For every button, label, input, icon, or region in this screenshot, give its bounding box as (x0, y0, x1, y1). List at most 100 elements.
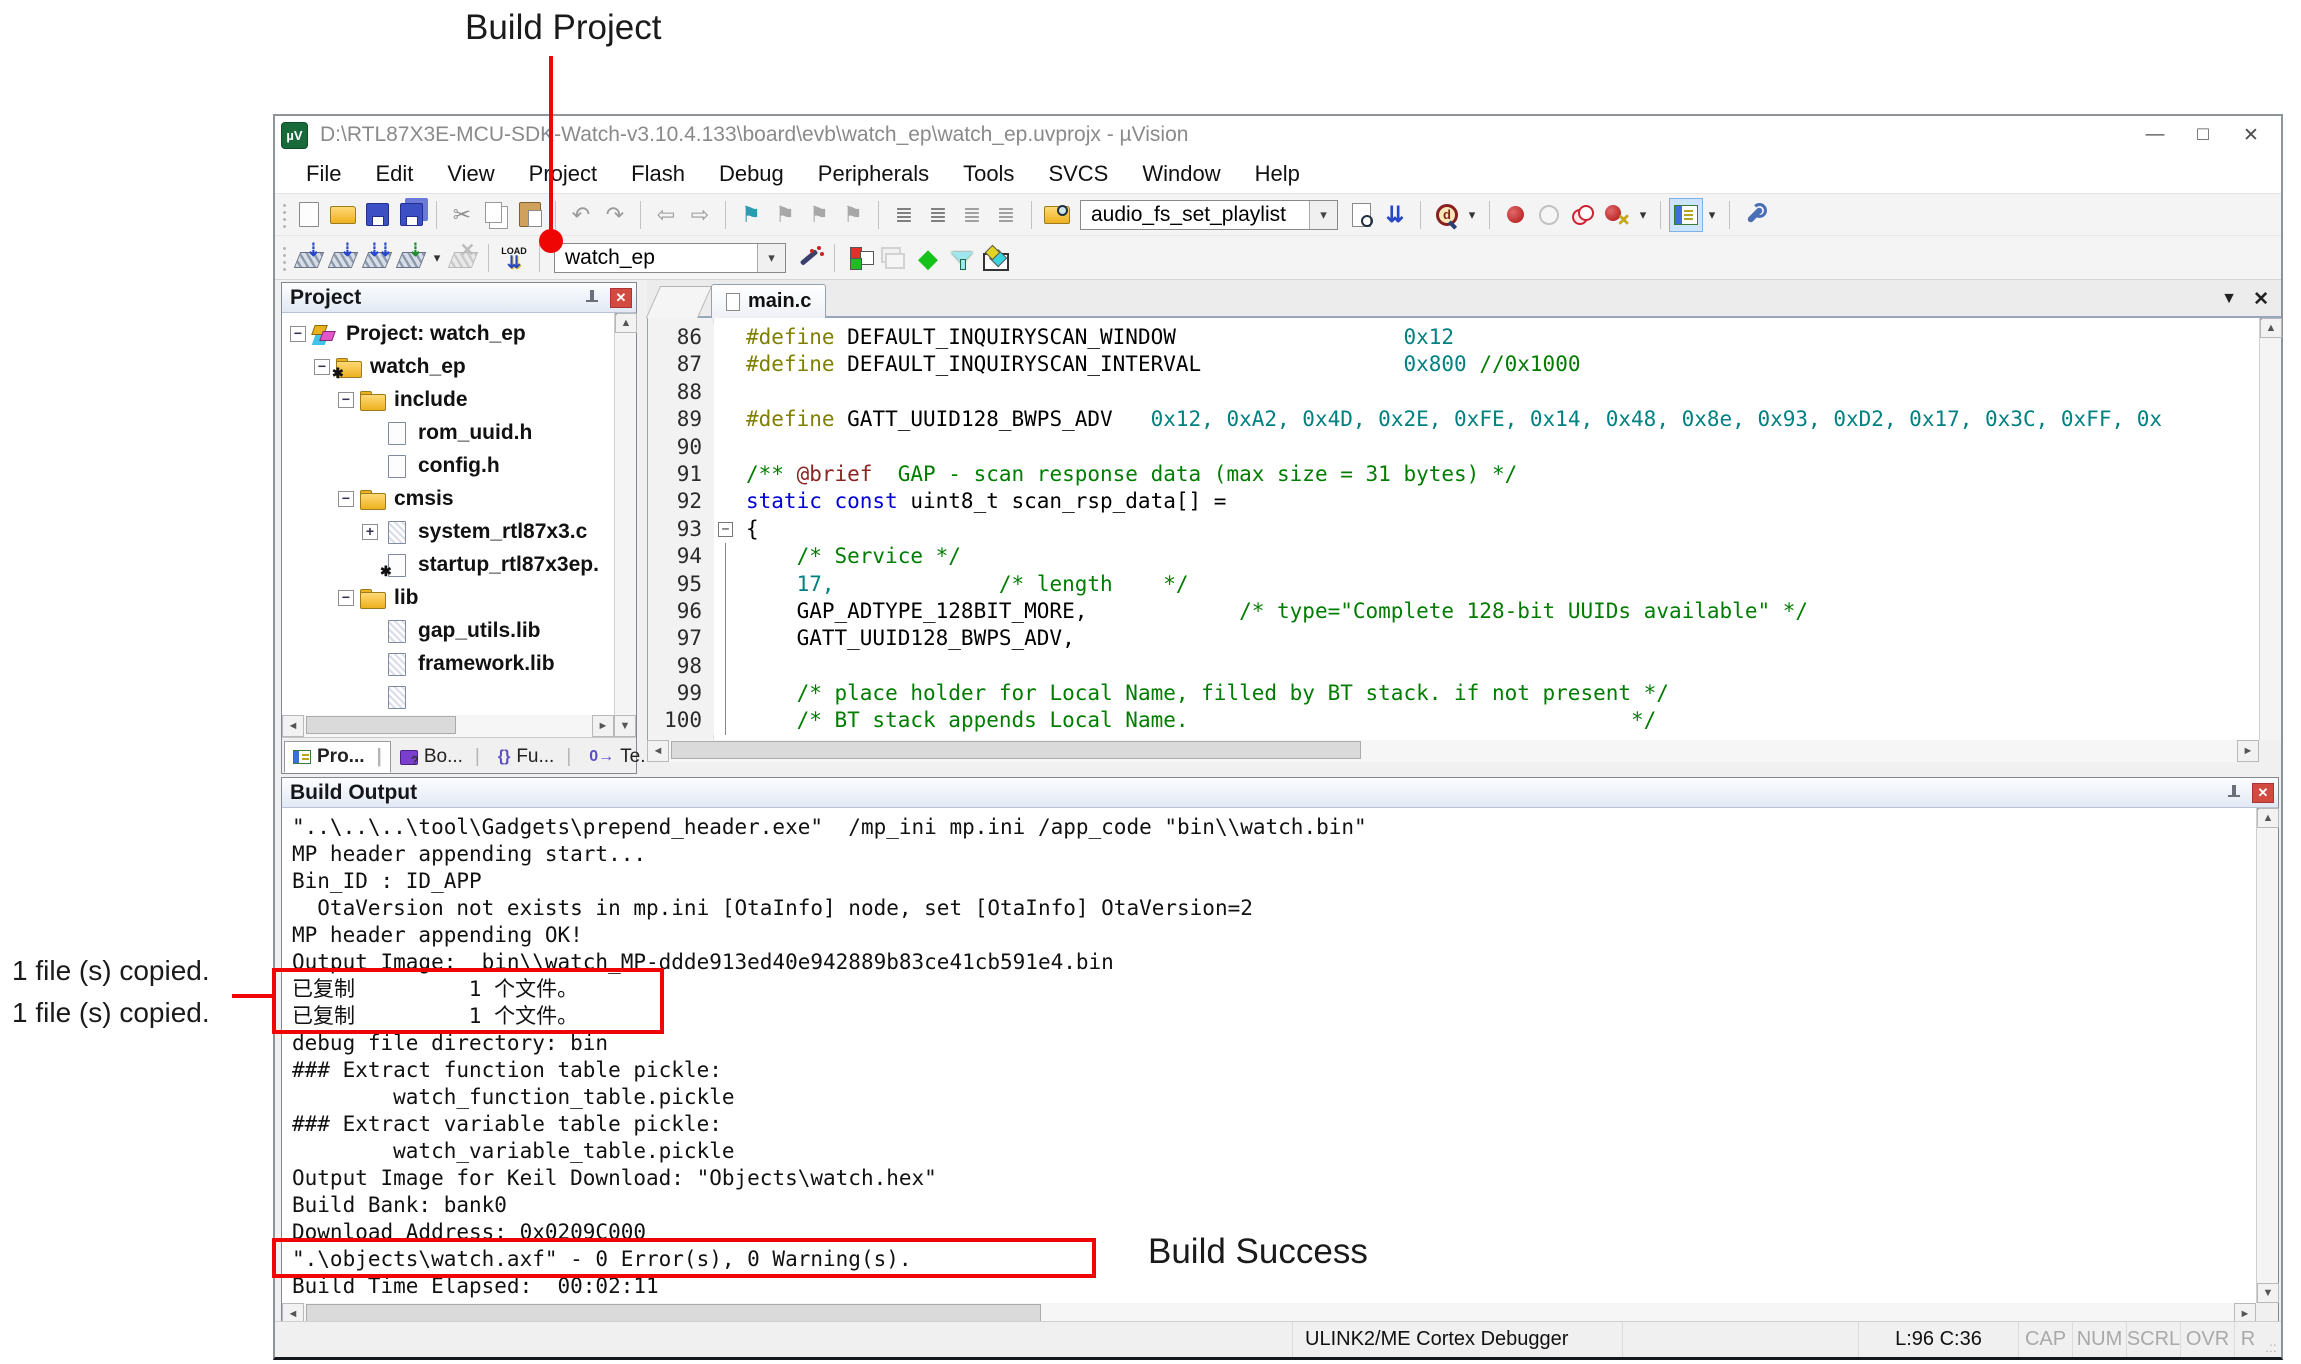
find-text-combo[interactable]: audio_fs_set_playlist▾ (1080, 200, 1338, 230)
rebuild-all-button[interactable] (360, 241, 394, 275)
batch-build-button[interactable] (394, 241, 428, 275)
uncomment-button[interactable]: ≣ (989, 198, 1023, 232)
batch-build-dropdown[interactable]: ▾ (428, 241, 446, 275)
options-for-target-button[interactable] (792, 241, 826, 275)
scrollbar-thumb[interactable] (306, 716, 456, 734)
pin-icon[interactable] (2224, 783, 2244, 803)
menu-help[interactable]: Help (1238, 154, 1317, 193)
download-load-button[interactable]: LOAD⇊ (497, 241, 531, 275)
menu-debug[interactable]: Debug (702, 154, 801, 193)
navigate-forward-button[interactable]: ⇨ (683, 198, 717, 232)
tree-item-lib[interactable]: −lib (282, 581, 614, 614)
menu-project[interactable]: Project (512, 154, 614, 193)
incremental-find-button[interactable] (1378, 198, 1412, 232)
tree-item-rom-uuid-h[interactable]: rom_uuid.h (282, 416, 614, 449)
editor-horizontal-scrollbar[interactable]: ◄ ► (647, 740, 2259, 762)
indent-right-button[interactable]: ≣ (887, 198, 921, 232)
target-select-combo-dropdown-icon[interactable]: ▾ (757, 244, 785, 272)
close-button[interactable]: ✕ (2227, 119, 2275, 151)
paste-button[interactable] (513, 198, 547, 232)
project-tree-horizontal-scrollbar[interactable]: ◄ ► ▼ (282, 715, 636, 737)
scroll-left-icon[interactable]: ◄ (282, 715, 304, 737)
scrollbar-thumb[interactable] (306, 1304, 1041, 1322)
menu-peripherals[interactable]: Peripherals (801, 154, 946, 193)
indent-left-button[interactable]: ≣ (921, 198, 955, 232)
save-all-button[interactable] (394, 198, 428, 232)
find-in-files-button[interactable] (1040, 198, 1074, 232)
find-text-combo-dropdown-icon[interactable]: ▾ (1309, 201, 1337, 229)
debug-query-dropdown[interactable]: ▾ (1463, 198, 1481, 232)
toolbar-grip[interactable] (281, 202, 288, 228)
project-tree-vertical-scrollbar[interactable]: ▲ (614, 313, 636, 715)
configuration-wrench-button[interactable] (1738, 198, 1772, 232)
select-software-packs-button[interactable] (945, 241, 979, 275)
disable-breakpoint-button[interactable] (1532, 198, 1566, 232)
manage-run-time-environment-button[interactable] (911, 241, 945, 275)
target-select-combo[interactable]: watch_ep▾ (554, 243, 786, 273)
tree-expander-icon[interactable]: − (338, 491, 354, 507)
tree-item-project-watch-ep[interactable]: −Project: watch_ep (282, 317, 614, 350)
editor-vertical-scrollbar[interactable]: ▲ (2259, 318, 2281, 740)
copy-button[interactable] (479, 198, 513, 232)
bookmark-clear-button[interactable]: ⚑ (836, 198, 870, 232)
open-file-button[interactable] (326, 198, 360, 232)
scroll-left-icon[interactable]: ◄ (647, 740, 669, 762)
tree-expander-icon[interactable]: + (362, 524, 378, 540)
tree-expander-icon[interactable]: − (314, 359, 330, 375)
fold-collapse-icon[interactable]: − (718, 522, 733, 537)
scrollbar-thumb[interactable] (615, 313, 617, 315)
scrollbar-thumb[interactable] (671, 741, 1361, 759)
menu-flash[interactable]: Flash (614, 154, 702, 193)
menu-edit[interactable]: Edit (358, 154, 430, 193)
comment-button[interactable]: ≣ (955, 198, 989, 232)
scroll-up-icon[interactable]: ▲ (615, 313, 637, 333)
project-tree[interactable]: −Project: watch_ep−✱watch_ep−includerom_… (282, 313, 614, 715)
find-in-document-button[interactable] (1344, 198, 1378, 232)
tree-item-config-h[interactable]: config.h (282, 449, 614, 482)
stop-build-button[interactable] (446, 241, 480, 275)
scroll-down-icon[interactable]: ▼ (2257, 1283, 2279, 1303)
toolbar-grip[interactable] (281, 245, 288, 271)
scroll-up-icon[interactable]: ▲ (2257, 808, 2279, 828)
project-windows-dropdown[interactable]: ▾ (1703, 198, 1721, 232)
minimize-button[interactable]: — (2131, 119, 2179, 151)
scrollbar-track[interactable] (304, 715, 592, 737)
enable-all-breakpoints-button[interactable] (1566, 198, 1600, 232)
tab-main-c[interactable]: main.c (711, 284, 826, 318)
menu-window[interactable]: Window (1125, 154, 1237, 193)
panel-tab-fu[interactable]: {}Fu...| (489, 741, 580, 773)
tree-item-include[interactable]: −include (282, 383, 614, 416)
tree-item-partial[interactable] (282, 680, 614, 713)
bookmark-toggle-button[interactable]: ⚑ (734, 198, 768, 232)
tree-item-watch-ep[interactable]: −✱watch_ep (282, 350, 614, 383)
kill-all-breakpoints-button[interactable] (1600, 198, 1634, 232)
menu-svcs[interactable]: SVCS (1031, 154, 1125, 193)
tree-expander-icon[interactable]: − (338, 590, 354, 606)
scroll-right-icon[interactable]: ► (592, 715, 614, 737)
save-button[interactable] (360, 198, 394, 232)
project-panel-close-icon[interactable]: ✕ (610, 288, 632, 308)
pack-installer-button[interactable] (979, 241, 1013, 275)
undo-button[interactable]: ↶ (564, 198, 598, 232)
resize-grip[interactable]: .:: (2261, 1322, 2281, 1357)
scrollbar-track[interactable] (669, 740, 2237, 762)
breakpoints-dropdown[interactable]: ▾ (1634, 198, 1652, 232)
menu-file[interactable]: File (289, 154, 358, 193)
editor-close-document-icon[interactable]: ✕ (2253, 288, 2269, 311)
editor-tab-list-dropdown-icon[interactable]: ▼ (2221, 290, 2237, 308)
tree-expander-icon[interactable]: − (338, 392, 354, 408)
tree-item-gap-utils-lib[interactable]: gap_utils.lib (282, 614, 614, 647)
code-editor[interactable]: 86#define DEFAULT_INQUIRYSCAN_WINDOW 0x1… (647, 318, 2259, 740)
tree-item-startup-rtl87x3ep-[interactable]: ✱startup_rtl87x3ep. (282, 548, 614, 581)
translate-file-button[interactable] (292, 241, 326, 275)
pin-icon[interactable] (582, 288, 602, 308)
insert-breakpoint-button[interactable] (1498, 198, 1532, 232)
bookmark-next-button[interactable]: ⚑ (802, 198, 836, 232)
maximize-button[interactable]: □ (2179, 119, 2227, 151)
tree-expander-icon[interactable]: − (290, 326, 306, 342)
scrollbar-thumb[interactable] (2260, 318, 2262, 320)
build-output-close-icon[interactable]: ✕ (2252, 783, 2274, 803)
tree-item-system-rtl87x3-c[interactable]: +system_rtl87x3.c (282, 515, 614, 548)
scrollbar-thumb[interactable] (2257, 808, 2259, 810)
debug-query-button[interactable] (1429, 198, 1463, 232)
